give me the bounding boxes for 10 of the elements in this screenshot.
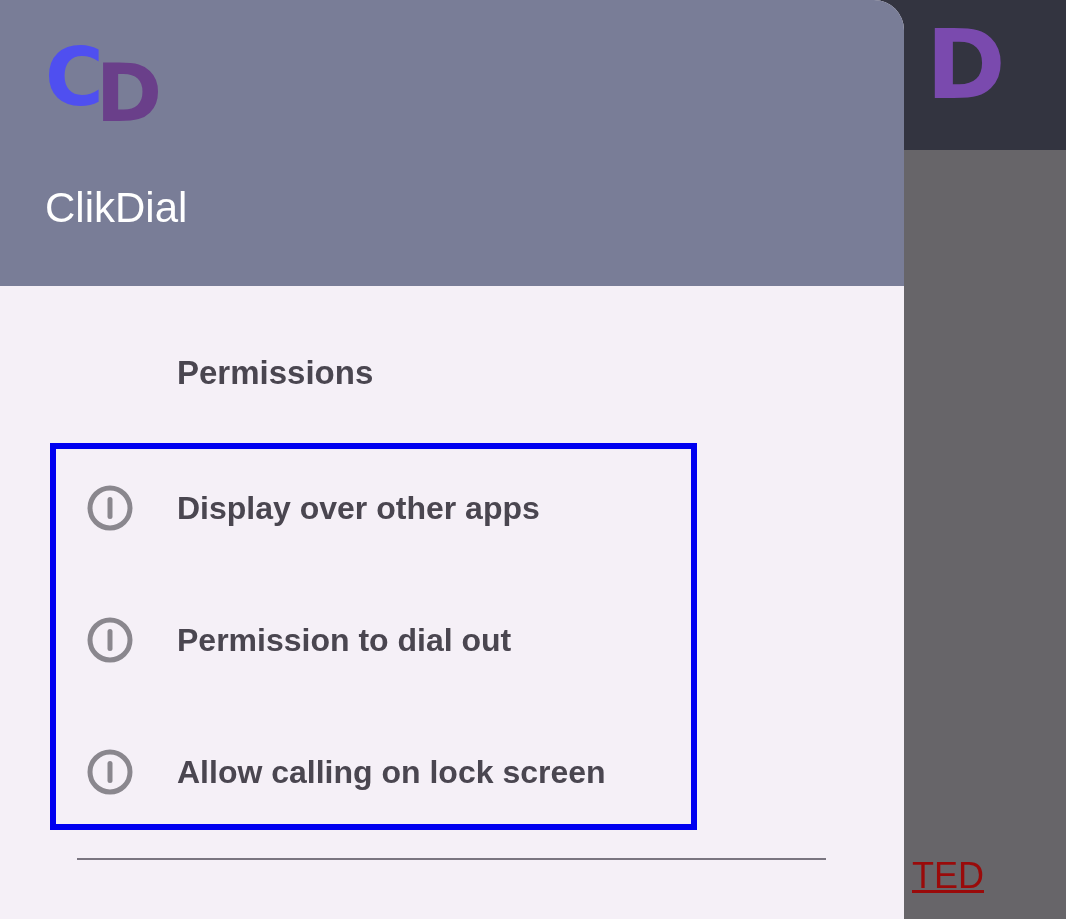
logo: CD [45,38,163,134]
info-icon [86,616,134,664]
drawer-item[interactable]: Allow calling on lock screen [0,706,904,838]
app-name: ClikDial [45,184,189,232]
info-icon [86,484,134,532]
info-icon [86,748,134,796]
drawer-item[interactable]: Permission to dial out [0,574,904,706]
logo: D [926,17,1006,113]
section-title: Permissions [176,354,375,393]
drawer-item[interactable]: Display over other apps [0,442,904,574]
